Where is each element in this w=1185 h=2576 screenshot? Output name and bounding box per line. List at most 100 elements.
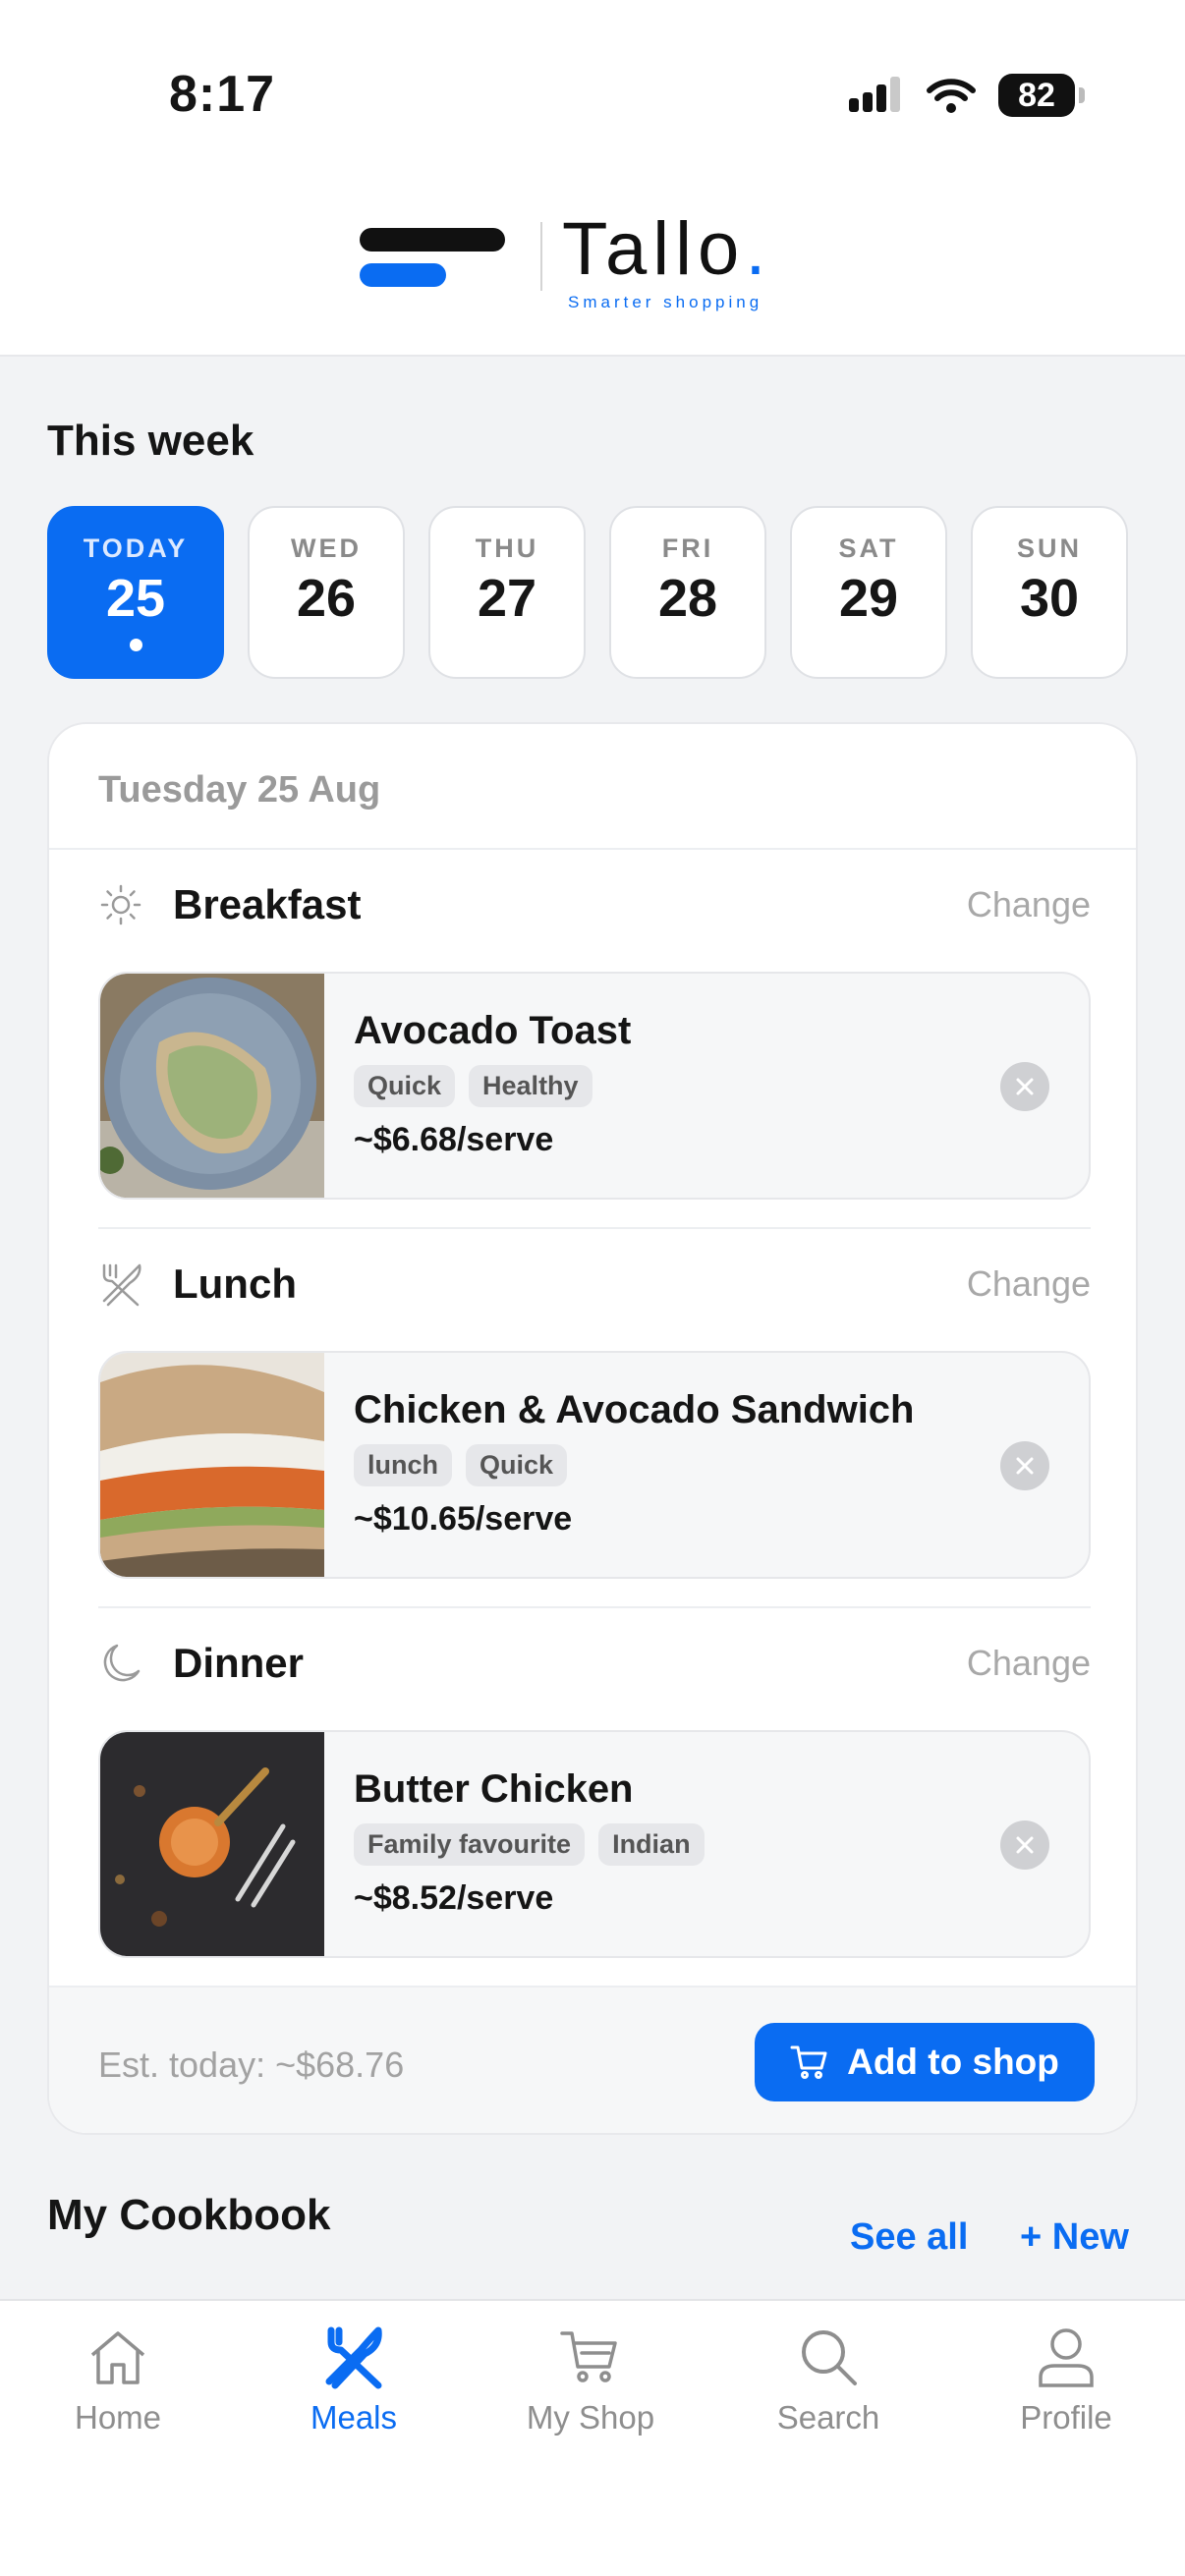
brand-name: Tallo. (562, 206, 771, 292)
day-thu[interactable]: THU 27 (428, 506, 586, 679)
meal-header-dinner: Dinner Change (98, 1634, 1091, 1693)
day-number: 27 (477, 569, 537, 628)
cookbook-title: My Cookbook (47, 2191, 331, 2239)
remove-breakfast-button[interactable] (1000, 1062, 1049, 1111)
meal-tags: Quick Healthy (354, 1065, 631, 1107)
tag: Healthy (469, 1065, 592, 1107)
change-breakfast-button[interactable]: Change (967, 884, 1091, 925)
close-icon (1016, 1457, 1034, 1475)
brand-tagline: Smarter shopping (568, 293, 763, 311)
meal-name: Butter Chicken (354, 1767, 634, 1811)
profile-icon (1032, 2323, 1100, 2391)
day-wed[interactable]: WED 26 (248, 506, 405, 679)
meal-tags: Family favourite Indian (354, 1823, 705, 1866)
tab-label: Search (776, 2399, 880, 2436)
day-number: 29 (838, 569, 899, 628)
close-icon (1016, 1078, 1034, 1095)
moon-icon (98, 1641, 143, 1686)
meal-photo (100, 1732, 324, 1956)
see-all-link[interactable]: See all (850, 2216, 968, 2259)
change-lunch-button[interactable]: Change (967, 1263, 1091, 1305)
day-sat[interactable]: SAT 29 (790, 506, 947, 679)
new-recipe-link[interactable]: + New (1020, 2216, 1129, 2259)
sun-icon (98, 882, 143, 927)
meal-price: ~$8.52/serve (354, 1879, 554, 1917)
cart-icon (556, 2323, 625, 2391)
tab-home[interactable]: Home (20, 2323, 216, 2436)
status-icons: 82 (847, 71, 1085, 120)
day-plan-card: Tuesday 25 Aug Breakfast Change Avocado … (47, 722, 1138, 2135)
tab-profile[interactable]: Profile (968, 2323, 1164, 2436)
wifi-icon (927, 79, 976, 113)
meal-type-label: Dinner (173, 1640, 305, 1686)
day-sun[interactable]: SUN 30 (971, 506, 1128, 679)
meal-card-dinner[interactable]: Butter Chicken Family favourite Indian ~… (98, 1730, 1091, 1958)
meal-name: Avocado Toast (354, 1009, 632, 1052)
close-icon (1016, 1836, 1034, 1854)
app-header: 8:17 82 Tallo. Smarter shopping (0, 0, 1185, 357)
status-time: 8:17 (169, 66, 276, 123)
meal-type-label: Breakfast (173, 881, 362, 927)
meal-photo (100, 1353, 324, 1577)
meal-photo (100, 974, 324, 1198)
add-to-shop-label: Add to shop (847, 2042, 1059, 2082)
tab-label: My Shop (526, 2399, 655, 2436)
cellular-signal-icon (849, 77, 900, 112)
logo-mark-bottom (360, 263, 446, 287)
day-name: SUN (1016, 533, 1082, 563)
day-number: 28 (657, 569, 718, 628)
brand-dot: . (745, 207, 772, 291)
meal-tags: lunch Quick (354, 1444, 915, 1486)
day-fri[interactable]: FRI 28 (609, 506, 766, 679)
remove-lunch-button[interactable] (1000, 1441, 1049, 1490)
tab-search[interactable]: Search (730, 2323, 927, 2436)
tab-label: Profile (1020, 2399, 1112, 2436)
day-name: WED (291, 533, 362, 563)
home-icon (84, 2323, 152, 2391)
day-name: TODAY (83, 533, 189, 563)
week-day-selector: TODAY 25 WED 26 THU 27 FRI 28 SAT 29 SUN… (47, 506, 1128, 679)
tab-meals[interactable]: Meals (255, 2323, 452, 2436)
utensils-icon (319, 2323, 388, 2391)
week-title: This week (47, 417, 254, 465)
day-number: 30 (1019, 569, 1080, 628)
meal-info: Chicken & Avocado Sandwich lunch Quick ~… (354, 1388, 915, 1539)
tab-my-shop[interactable]: My Shop (492, 2323, 689, 2436)
day-name: SAT (838, 533, 899, 563)
plan-footer: Est. today: ~$68.76 Add to shop (49, 1986, 1136, 2133)
battery-indicator: 82 (998, 74, 1085, 117)
tab-label: Home (74, 2399, 162, 2436)
meal-card-lunch[interactable]: Chicken & Avocado Sandwich lunch Quick ~… (98, 1351, 1091, 1579)
tag: Quick (354, 1065, 456, 1107)
tag: Indian (598, 1823, 705, 1866)
meal-card-breakfast[interactable]: Avocado Toast Quick Healthy ~$6.68/serve (98, 972, 1091, 1200)
search-icon (794, 2323, 863, 2391)
meal-header-lunch: Lunch Change (98, 1255, 1091, 1314)
battery-level: 82 (1018, 76, 1055, 114)
estimate-total: Est. today: ~$68.76 (98, 2044, 405, 2085)
meal-info: Avocado Toast Quick Healthy ~$6.68/serve (354, 1009, 631, 1159)
day-name: THU (475, 533, 539, 563)
divider (98, 1227, 1091, 1229)
meal-name: Chicken & Avocado Sandwich (354, 1388, 915, 1431)
divider (49, 848, 1136, 850)
logo-mark-top (360, 228, 505, 252)
cart-icon (790, 2045, 827, 2079)
meal-price: ~$10.65/serve (354, 1500, 573, 1538)
brand-name-text: Tallo (562, 207, 746, 291)
remove-dinner-button[interactable] (1000, 1820, 1049, 1870)
bottom-tab-bar: Home Meals My Shop Search Profile (0, 2299, 1185, 2576)
logo-divider (540, 222, 542, 291)
change-dinner-button[interactable]: Change (967, 1643, 1091, 1684)
add-to-shop-button[interactable]: Add to shop (755, 2023, 1095, 2101)
tag: Quick (466, 1444, 568, 1486)
meal-type-label: Lunch (173, 1260, 297, 1307)
tab-label: Meals (310, 2399, 398, 2436)
meal-header-breakfast: Breakfast Change (98, 875, 1091, 934)
tag: lunch (354, 1444, 452, 1486)
day-name: FRI (661, 533, 714, 563)
day-number: 26 (296, 569, 357, 628)
day-today[interactable]: TODAY 25 (47, 506, 224, 679)
today-dot (129, 639, 142, 651)
meal-price: ~$6.68/serve (354, 1121, 554, 1158)
